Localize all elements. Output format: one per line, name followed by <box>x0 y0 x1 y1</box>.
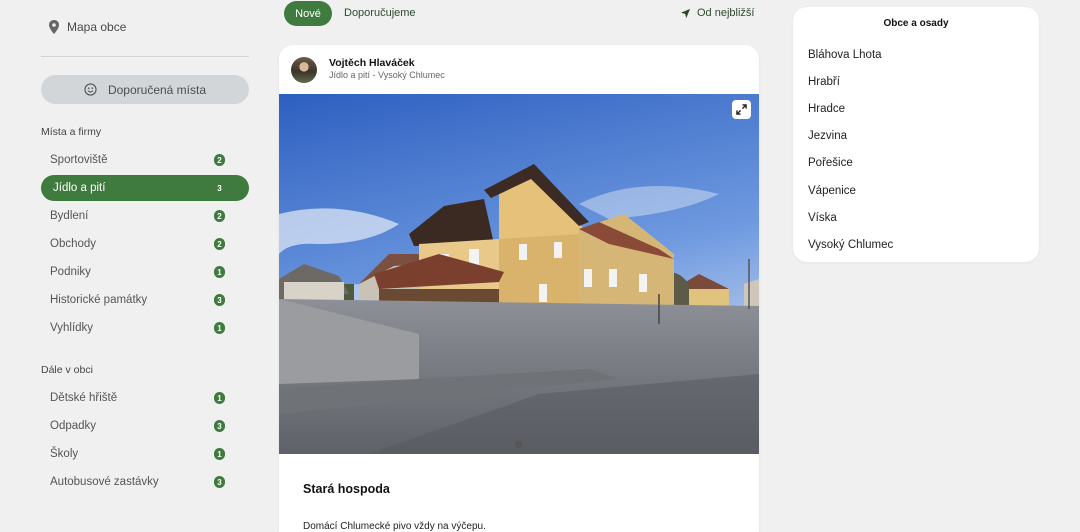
smiley-icon <box>84 83 97 96</box>
recommended-places-label: Doporučená místa <box>107 82 207 97</box>
avatar[interactable] <box>291 57 317 83</box>
category-label: Školy <box>50 448 79 460</box>
map-link[interactable]: Mapa obce <box>48 20 126 34</box>
category-item-bydleni[interactable]: Bydlení 2 <box>41 203 249 229</box>
village-item[interactable]: Pořešice <box>808 157 853 169</box>
count-badge: 3 <box>217 183 222 193</box>
category-label: Autobusové zastávky <box>50 476 159 488</box>
count-badge: 3 <box>214 420 225 432</box>
category-item-odpadky[interactable]: Odpadky 3 <box>41 413 249 439</box>
category-label: Historické památky <box>50 294 148 306</box>
village-item[interactable]: Vysoký Chlumec <box>808 239 893 251</box>
post-title[interactable]: Stará hospoda <box>303 482 390 496</box>
post-card[interactable]: Vojtěch Hlaváček Jídlo a pití - Vysoký C… <box>279 45 759 532</box>
village-item[interactable]: Hrabří <box>808 76 840 88</box>
count-badge: 2 <box>214 238 225 250</box>
category-item-podniky[interactable]: Podniky 1 <box>41 259 249 285</box>
category-item-jidlo-a-piti[interactable]: Jídlo a pití 3 <box>41 175 249 201</box>
post-photo[interactable] <box>279 94 759 454</box>
map-pin-icon <box>49 20 59 34</box>
village-item[interactable]: Víska <box>808 212 837 224</box>
section-title-places: Místa a firmy <box>41 126 102 138</box>
category-item-historicke-pamatky[interactable]: Historické památky 3 <box>41 287 249 313</box>
expand-photo-button[interactable] <box>732 100 751 119</box>
sort-nearest-label: Od nejbližší <box>697 7 755 19</box>
village-item[interactable]: Vápenice <box>808 185 856 197</box>
sidebar: Mapa obce Doporučená místa Místa a firmy… <box>0 0 265 532</box>
category-label: Podniky <box>50 266 91 278</box>
count-badge: 3 <box>214 476 225 488</box>
post-author[interactable]: Vojtěch Hlaváček <box>329 57 415 69</box>
count-badge: 2 <box>214 210 225 222</box>
category-item-sportoviste[interactable]: Sportoviště 2 <box>41 147 249 173</box>
category-label: Odpadky <box>50 420 97 432</box>
count-badge: 1 <box>214 266 225 278</box>
tab-new[interactable]: Nové <box>284 1 332 26</box>
sort-nearest-button[interactable]: Od nejbližší <box>680 7 754 19</box>
village-item[interactable]: Jezvina <box>808 130 847 142</box>
village-item[interactable]: Bláhova Lhota <box>808 49 882 61</box>
category-item-vyhlidky[interactable]: Vyhlídky 1 <box>41 315 249 341</box>
category-label: Jídlo a pití <box>53 182 106 194</box>
count-badge: 1 <box>214 322 225 334</box>
villages-panel: Obce a osady Bláhova Lhota Hrabří Hradce… <box>793 7 1039 262</box>
category-label: Vyhlídky <box>50 322 94 334</box>
villages-title: Obce a osady <box>883 18 949 29</box>
tab-recommended[interactable]: Doporučujeme <box>344 7 416 19</box>
count-badge: 3 <box>214 294 225 306</box>
count-badge: 1 <box>214 448 225 460</box>
recommended-places-button[interactable]: Doporučená místa <box>41 75 249 104</box>
category-label: Bydlení <box>50 210 89 222</box>
category-item-obchody[interactable]: Obchody 2 <box>41 231 249 257</box>
category-label: Obchody <box>50 238 97 250</box>
count-badge: 2 <box>214 154 225 166</box>
post-description: Domácí Chlumecké pivo vždy na výčepu. <box>303 521 486 532</box>
navigation-arrow-icon <box>680 8 691 18</box>
village-item[interactable]: Hradce <box>808 103 845 115</box>
post-subtitle: Jídlo a pití - Vysoký Chlumec <box>329 70 445 80</box>
category-label: Sportoviště <box>50 154 108 166</box>
expand-icon <box>736 104 747 115</box>
category-item-autobusove-zastavky[interactable]: Autobusové zastávky 3 <box>41 469 249 495</box>
category-item-detske-hriste[interactable]: Dětské hřiště 1 <box>41 385 249 411</box>
divider <box>41 56 249 57</box>
category-item-skoly[interactable]: Školy 1 <box>41 441 249 467</box>
section-title-more: Dále v obci <box>41 364 93 376</box>
carousel-dot[interactable] <box>515 441 522 448</box>
map-link-label: Mapa obce <box>67 20 127 34</box>
count-badge: 1 <box>214 392 225 404</box>
category-label: Dětské hřiště <box>50 392 118 404</box>
